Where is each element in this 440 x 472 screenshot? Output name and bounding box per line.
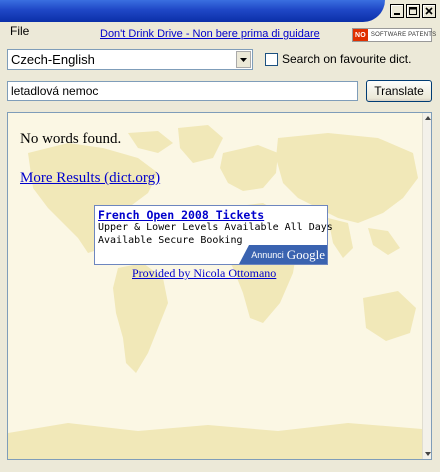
more-results-link[interactable]: More Results (dict.org) <box>20 170 160 187</box>
minimize-button[interactable] <box>390 4 404 18</box>
maximize-button[interactable] <box>406 4 420 18</box>
scroll-up-icon <box>424 116 431 120</box>
favourite-dict-label: Search on favourite dict. <box>282 52 412 66</box>
ad-badge-annunci: Annunci <box>251 249 284 260</box>
no-words-message: No words found. <box>20 131 122 147</box>
ad-text-line: Upper & Lower Levels Available All Days <box>98 222 333 233</box>
menu-file[interactable]: File <box>10 24 29 38</box>
provided-by-link[interactable]: Provided by Nicola Ottomano <box>132 266 276 281</box>
vertical-scrollbar[interactable] <box>422 113 431 459</box>
chevron-down-icon <box>240 57 247 62</box>
sponsored-link[interactable]: Don't Drink Drive - Non bere prima di gu… <box>100 28 320 40</box>
dictionary-select[interactable]: Czech-English <box>7 49 253 70</box>
search-input[interactable]: letadlová nemoc <box>7 81 358 101</box>
google-logo: Google <box>286 246 325 262</box>
close-icon <box>425 7 433 15</box>
ad-title-link[interactable]: French Open 2008 Tickets <box>98 208 264 222</box>
window-controls <box>390 4 436 18</box>
maximize-icon <box>409 7 417 15</box>
no-software-patents-badge[interactable]: NO SOFTWARE PATENTS <box>352 28 436 42</box>
dropdown-arrow-button[interactable] <box>236 51 251 68</box>
badge-text: SOFTWARE PATENTS <box>370 32 437 38</box>
scroll-up-button[interactable] <box>423 113 431 123</box>
title-bar[interactable] <box>0 0 440 22</box>
world-map-background <box>8 125 422 459</box>
scroll-down-button[interactable] <box>423 449 431 459</box>
ad-text-line: Available Secure Booking <box>98 235 243 246</box>
favourite-dict-checkbox[interactable] <box>265 53 278 66</box>
close-button[interactable] <box>422 4 436 18</box>
ads-by-google-badge[interactable]: Annunci Google <box>239 245 327 264</box>
minimize-icon <box>394 13 400 15</box>
translate-button[interactable]: Translate <box>366 80 432 102</box>
results-panel: No words found. More Results (dict.org) … <box>7 112 432 460</box>
dictionary-select-value: Czech-English <box>11 52 95 67</box>
title-bar-fill <box>0 0 385 22</box>
google-ad[interactable]: French Open 2008 Tickets Upper & Lower L… <box>94 205 333 265</box>
scroll-down-icon <box>424 452 431 456</box>
badge-no: NO <box>353 29 368 41</box>
